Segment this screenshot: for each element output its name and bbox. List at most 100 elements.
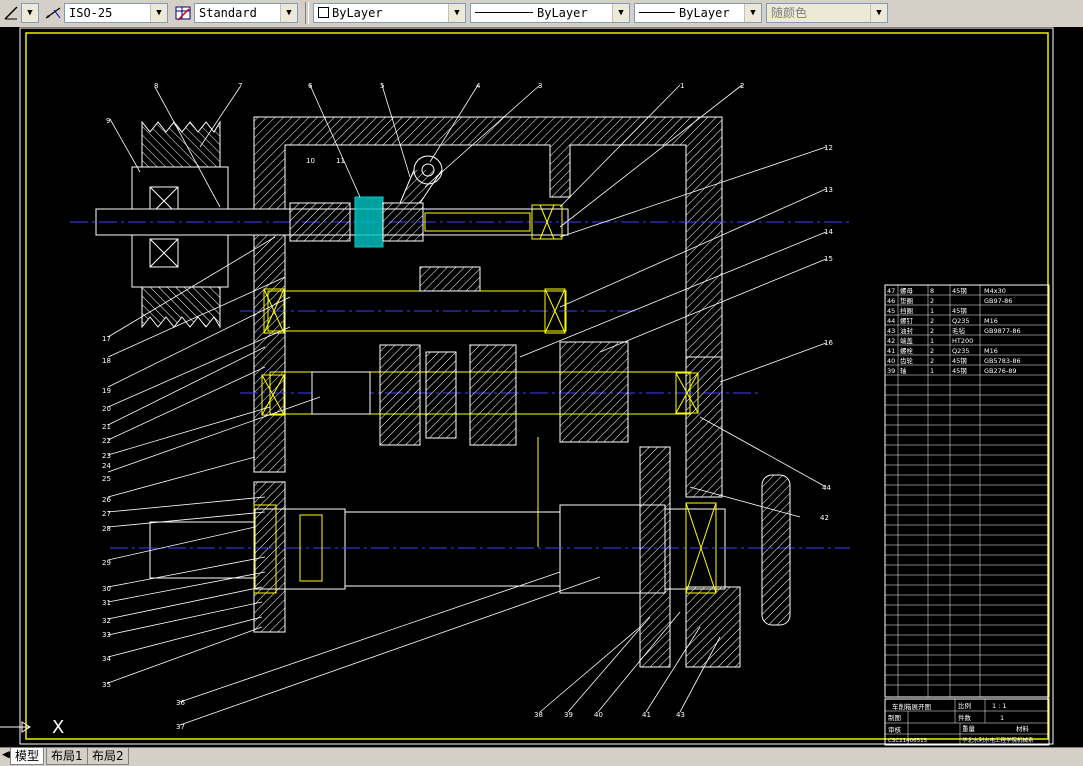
properties-toolbar: ▼ ISO-25 ▼ Standard ▼ ByLayer ▼ ByLayer ▼ By… (0, 0, 1083, 28)
tab-model[interactable]: 模型 (10, 748, 45, 765)
school-name: 华北水利水电工程学院机械系 (962, 736, 1034, 744)
dimstyle-value: ISO-25 (69, 6, 113, 20)
chevron-down-icon: ▼ (22, 4, 38, 22)
balloon-34: 34 (102, 655, 111, 663)
balloon-16: 16 (824, 339, 833, 347)
balloon-44: 44 (822, 484, 831, 492)
chevron-down-icon: ▼ (744, 4, 761, 22)
bom-std: M16 (984, 347, 998, 355)
designer-label: 制图 (888, 713, 901, 722)
bom-mat: 45钢 (952, 307, 967, 315)
balloon-37: 37 (176, 723, 185, 731)
dimstyle-icon[interactable] (2, 4, 20, 22)
chevron-down-icon: ▼ (150, 4, 167, 22)
bom-qty: 1 (930, 367, 934, 375)
bom-name: 轴 (900, 366, 907, 375)
balloon-43: 43 (676, 711, 685, 719)
balloon-11: 11 (336, 157, 345, 165)
tablestyle-value: Standard (199, 6, 257, 20)
balloon-12: 12 (824, 144, 833, 152)
layer-color-select[interactable]: ByLayer ▼ (313, 3, 466, 23)
bom-mat: Q235 (952, 317, 970, 325)
balloon-24: 24 (102, 462, 111, 470)
lineweight-value: ByLayer (679, 6, 730, 20)
bom-std: GB5783-86 (984, 357, 1021, 365)
lineweight-select[interactable]: ByLayer ▼ (634, 3, 762, 23)
bom-qty: 8 (930, 287, 934, 295)
color-swatch-icon (318, 7, 329, 18)
balloon-7: 7 (238, 82, 242, 90)
balloon-26: 26 (102, 496, 111, 504)
bom-qty: 1 (930, 337, 934, 345)
drawing-canvas[interactable]: 1 2 3 4 5 6 7 8 9 10 11 12 13 14 15 16 1… (0, 27, 1083, 747)
tablestyle-select[interactable]: Standard ▼ (194, 3, 298, 23)
balloon-15: 15 (824, 255, 833, 263)
balloon-18: 18 (102, 357, 111, 365)
bom-std: GB9877-86 (984, 327, 1021, 335)
balloon-1: 1 (680, 82, 684, 90)
bom-no: 40 (887, 357, 895, 365)
weight-label: 重量 (962, 725, 976, 733)
plotstyle-select: 随颜色 ▼ (766, 3, 888, 23)
bom-no: 47 (887, 287, 895, 295)
bom-qty: 2 (930, 327, 934, 335)
bom-name: 螺母 (900, 286, 914, 295)
bom-name: 齿轮 (900, 356, 914, 365)
bom-mat: Q235 (952, 347, 970, 355)
balloon-23: 23 (102, 452, 111, 460)
cad-drawing: 1 2 3 4 5 6 7 8 9 10 11 12 13 14 15 16 1… (0, 27, 1054, 746)
bom-name: 挡圈 (900, 306, 913, 315)
balloon-25: 25 (102, 475, 111, 483)
balloon-32: 32 (102, 617, 111, 625)
balloon-42: 42 (820, 514, 829, 522)
balloon-4: 4 (476, 82, 481, 90)
balloon-27: 27 (102, 510, 111, 518)
tab-layout2[interactable]: 布局2 (87, 748, 129, 765)
dimension-style-icon[interactable] (44, 4, 62, 22)
bom-name: 螺栓 (900, 346, 914, 355)
bom-no: 41 (887, 347, 895, 355)
balloon-29: 29 (102, 559, 111, 567)
layout-tabs: ◀▶ 模型 布局1 布局2 (0, 747, 1083, 766)
balloon-21: 21 (102, 423, 111, 431)
chevron-down-icon: ▼ (870, 4, 887, 22)
balloon-20: 20 (102, 405, 111, 413)
dimstyle-select[interactable]: ISO-25 ▼ (64, 3, 168, 23)
bom-name: 螺钉 (900, 316, 914, 325)
balloon-39: 39 (564, 711, 573, 719)
title-block: 车削箱展开图 比例 1 : 1 件数 1 制图 审核 重量 材料 华北水利水电工… (884, 698, 1050, 746)
balloon-10: 10 (306, 157, 315, 165)
bom-no: 39 (887, 367, 895, 375)
bom-no: 44 (887, 317, 895, 325)
balloon-40: 40 (594, 711, 603, 719)
sheet-value: 1 (1000, 714, 1004, 722)
linetype-select[interactable]: ByLayer ▼ (470, 3, 630, 23)
balloon-28: 28 (102, 525, 111, 533)
parts-list: 47 螺母 8 45钢 M4x30 46 垫圈 2 GB97-86 45 挡圈 1 45钢 44 螺钉… (884, 284, 1050, 698)
balloon-19: 19 (102, 387, 111, 395)
tab-layout1[interactable]: 布局1 (46, 748, 88, 765)
table-style-icon[interactable] (174, 4, 192, 22)
drawing-number: CSC21406515 (888, 738, 928, 744)
bom-no: 46 (887, 297, 895, 305)
chevron-down-icon: ▼ (612, 4, 629, 22)
intermediate-shaft (240, 341, 760, 446)
bom-qty: 2 (930, 347, 934, 355)
balloon-9: 9 (106, 117, 110, 125)
balloon-41: 41 (642, 711, 651, 719)
bom-std: M16 (984, 317, 998, 325)
bom-qty: 2 (930, 297, 934, 305)
bom-no: 42 (887, 337, 895, 345)
bom-std: GB97-86 (984, 297, 1012, 305)
scale-label: 比例 (958, 701, 971, 710)
bom-name: 垫圈 (900, 296, 913, 305)
dimstyle-prev-combo[interactable]: ▼ (21, 3, 39, 23)
bom-name: 油封 (900, 326, 914, 335)
bom-mat: HT200 (952, 337, 973, 345)
bom-mat: 45钢 (952, 367, 967, 375)
balloon-35: 35 (102, 681, 111, 689)
layer-color-value: ByLayer (332, 6, 383, 20)
bom-qty: 2 (930, 357, 934, 365)
balloon-38: 38 (534, 711, 543, 719)
balloon-3: 3 (538, 82, 542, 90)
